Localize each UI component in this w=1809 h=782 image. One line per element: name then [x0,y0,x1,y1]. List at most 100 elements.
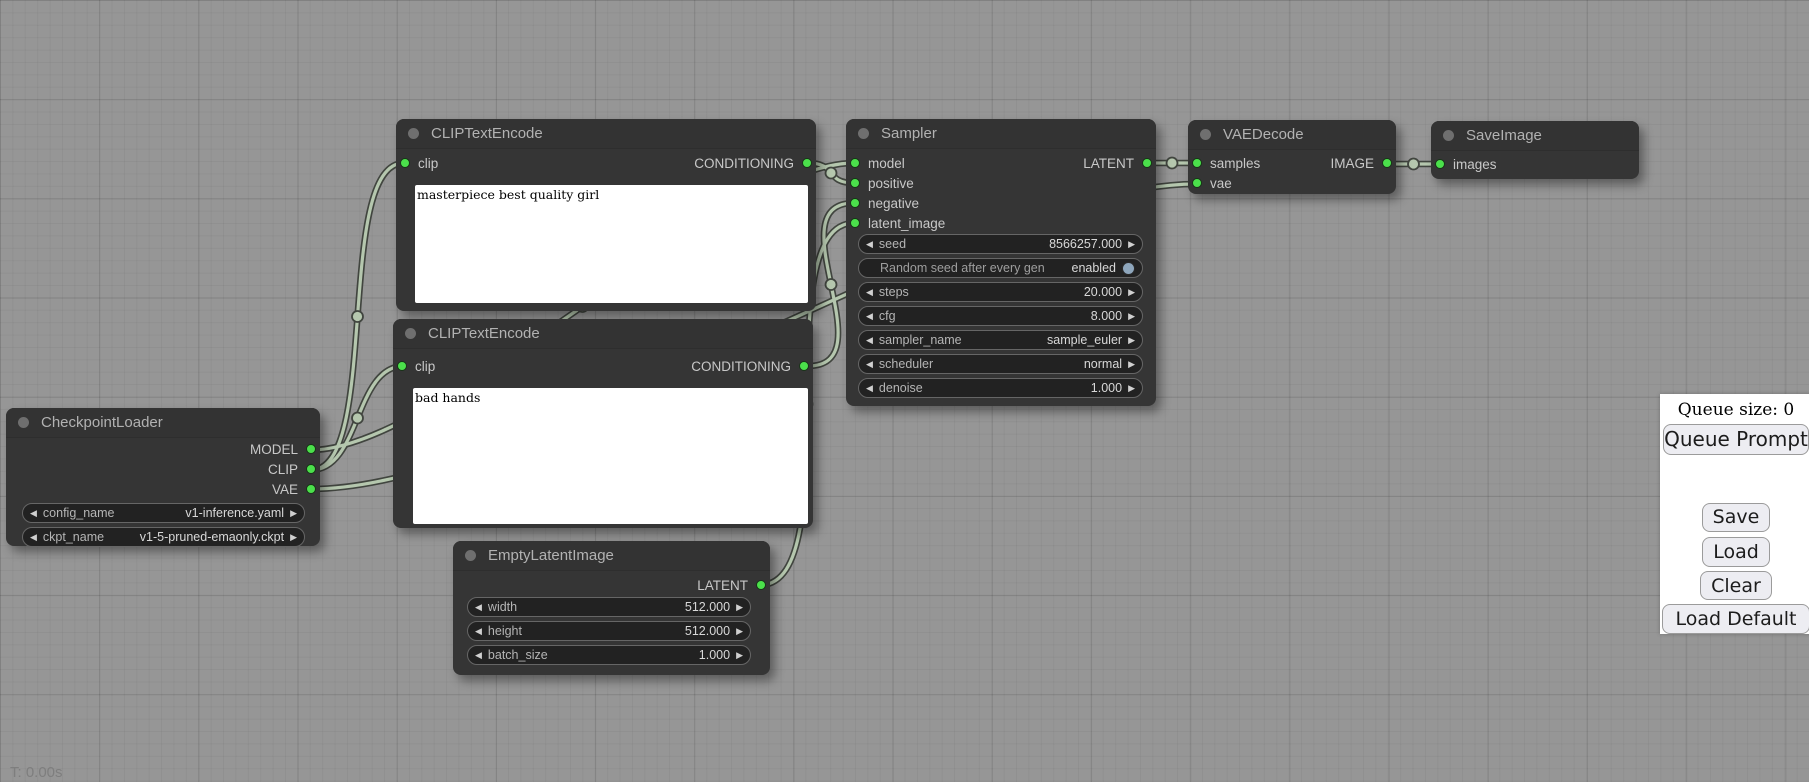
input-slot-vae[interactable]: vae [1192,176,1232,191]
input-slot-latent-image[interactable]: latent_image [850,216,945,231]
node-title-bar[interactable]: Sampler [846,119,1156,149]
arrow-right-icon[interactable]: ▶ [1128,312,1135,321]
output-slot-conditioning[interactable]: CONDITIONING [694,156,812,171]
arrow-left-icon[interactable]: ◀ [866,312,873,321]
arrow-right-icon[interactable]: ▶ [736,627,743,636]
arrow-left-icon[interactable]: ◀ [475,603,482,612]
arrow-right-icon[interactable]: ▶ [290,533,297,542]
node-clip-text-encode-negative[interactable]: CLIPTextEncode clip CONDITIONING bad han… [393,319,813,528]
arrow-right-icon[interactable]: ▶ [1128,384,1135,393]
arrow-right-icon[interactable]: ▶ [1128,288,1135,297]
widget-random-seed-toggle[interactable]: Random seed after every gen enabled [858,258,1143,278]
input-slot-model[interactable]: model [850,156,905,171]
arrow-left-icon[interactable]: ◀ [866,360,873,369]
arrow-left-icon[interactable]: ◀ [475,627,482,636]
slot-dot-icon[interactable] [400,158,410,168]
slot-dot-icon[interactable] [802,158,812,168]
input-slot-samples[interactable]: samples [1192,156,1260,171]
output-slot-vae[interactable]: VAE [272,482,316,497]
widget-cfg[interactable]: ◀ cfg 8.000 ▶ [858,306,1143,326]
node-empty-latent-image[interactable]: EmptyLatentImage LATENT ◀ width 512.000 … [453,541,770,675]
node-vae-decode[interactable]: VAEDecode samples IMAGE vae [1188,120,1396,194]
widget-denoise[interactable]: ◀ denoise 1.000 ▶ [858,378,1143,398]
link-midpoint-dot [826,168,837,179]
input-slot-images[interactable]: images [1435,157,1497,172]
collapse-dot-icon[interactable] [1443,130,1454,141]
slot-dot-icon[interactable] [756,580,766,590]
arrow-left-icon[interactable]: ◀ [475,651,482,660]
collapse-dot-icon[interactable] [408,128,419,139]
output-slot-latent[interactable]: LATENT [1083,156,1152,171]
arrow-right-icon[interactable]: ▶ [1128,360,1135,369]
node-sampler[interactable]: Sampler model LATENT positive negative [846,119,1156,406]
slot-dot-icon[interactable] [1382,158,1392,168]
output-slot-latent[interactable]: LATENT [697,578,766,593]
input-slot-negative[interactable]: negative [850,196,919,211]
node-title-bar[interactable]: CLIPTextEncode [396,119,816,149]
arrow-right-icon[interactable]: ▶ [736,603,743,612]
widget-sampler-name[interactable]: ◀ sampler_name sample_euler ▶ [858,330,1143,350]
slot-dot-icon[interactable] [1192,178,1202,188]
arrow-left-icon[interactable]: ◀ [30,533,37,542]
queue-prompt-button[interactable]: Queue Prompt [1663,424,1809,455]
arrow-left-icon[interactable]: ◀ [866,240,873,249]
slot-dot-icon[interactable] [397,361,407,371]
output-slot-model[interactable]: MODEL [250,442,316,457]
node-title-bar[interactable]: CheckpointLoader [6,408,320,438]
slot-dot-icon[interactable] [306,444,316,454]
node-title-bar[interactable]: VAEDecode [1188,120,1396,150]
widget-ckpt-name[interactable]: ◀ ckpt_name v1-5-pruned-emaonly.ckpt ▶ [22,527,305,547]
input-slot-clip[interactable]: clip [400,156,438,171]
widget-scheduler[interactable]: ◀ scheduler normal ▶ [858,354,1143,374]
queue-panel: Queue size: 0 Queue Prompt Save Load Cle… [1660,394,1809,634]
widget-config-name[interactable]: ◀ config_name v1-inference.yaml ▶ [22,503,305,523]
slot-dot-icon[interactable] [850,178,860,188]
input-slot-clip[interactable]: clip [397,359,435,374]
node-title-bar[interactable]: CLIPTextEncode [393,319,813,349]
collapse-dot-icon[interactable] [405,328,416,339]
arrow-right-icon[interactable]: ▶ [290,509,297,518]
slot-dot-icon[interactable] [1192,158,1202,168]
output-slot-conditioning[interactable]: CONDITIONING [691,359,809,374]
slot-dot-icon[interactable] [1142,158,1152,168]
slot-dot-icon[interactable] [1435,159,1445,169]
slot-dot-icon[interactable] [799,361,809,371]
widget-height[interactable]: ◀ height 512.000 ▶ [467,621,751,641]
widget-width[interactable]: ◀ width 512.000 ▶ [467,597,751,617]
arrow-right-icon[interactable]: ▶ [1128,240,1135,249]
prompt-textarea[interactable]: masterpiece best quality girl [415,185,808,303]
save-button[interactable]: Save [1702,503,1771,533]
toggle-dot-icon[interactable] [1122,262,1135,275]
output-slot-image[interactable]: IMAGE [1330,156,1392,171]
prompt-textarea[interactable]: bad hands [413,388,808,524]
arrow-left-icon[interactable]: ◀ [30,509,37,518]
collapse-dot-icon[interactable] [1200,129,1211,140]
load-button[interactable]: Load [1702,537,1770,567]
node-title-bar[interactable]: SaveImage [1431,121,1639,151]
load-default-button[interactable]: Load Default [1662,604,1809,634]
slot-dot-icon[interactable] [850,158,860,168]
arrow-right-icon[interactable]: ▶ [1128,336,1135,345]
widget-batch-size[interactable]: ◀ batch_size 1.000 ▶ [467,645,751,665]
slot-dot-icon[interactable] [850,218,860,228]
widget-steps[interactable]: ◀ steps 20.000 ▶ [858,282,1143,302]
link-midpoint-dot [352,311,363,322]
node-checkpoint-loader[interactable]: CheckpointLoader MODEL CLIP VAE ◀ config… [6,408,320,546]
slot-dot-icon[interactable] [850,198,860,208]
clear-button[interactable]: Clear [1700,571,1772,601]
node-clip-text-encode-positive[interactable]: CLIPTextEncode clip CONDITIONING masterp… [396,119,816,311]
collapse-dot-icon[interactable] [465,550,476,561]
output-slot-clip[interactable]: CLIP [268,462,316,477]
node-save-image[interactable]: SaveImage images [1431,121,1639,179]
collapse-dot-icon[interactable] [18,417,29,428]
node-title-bar[interactable]: EmptyLatentImage [453,541,770,571]
collapse-dot-icon[interactable] [858,128,869,139]
widget-seed[interactable]: ◀ seed 8566257.000 ▶ [858,234,1143,254]
input-slot-positive[interactable]: positive [850,176,914,191]
slot-dot-icon[interactable] [306,484,316,494]
arrow-right-icon[interactable]: ▶ [736,651,743,660]
arrow-left-icon[interactable]: ◀ [866,288,873,297]
arrow-left-icon[interactable]: ◀ [866,336,873,345]
arrow-left-icon[interactable]: ◀ [866,384,873,393]
slot-dot-icon[interactable] [306,464,316,474]
